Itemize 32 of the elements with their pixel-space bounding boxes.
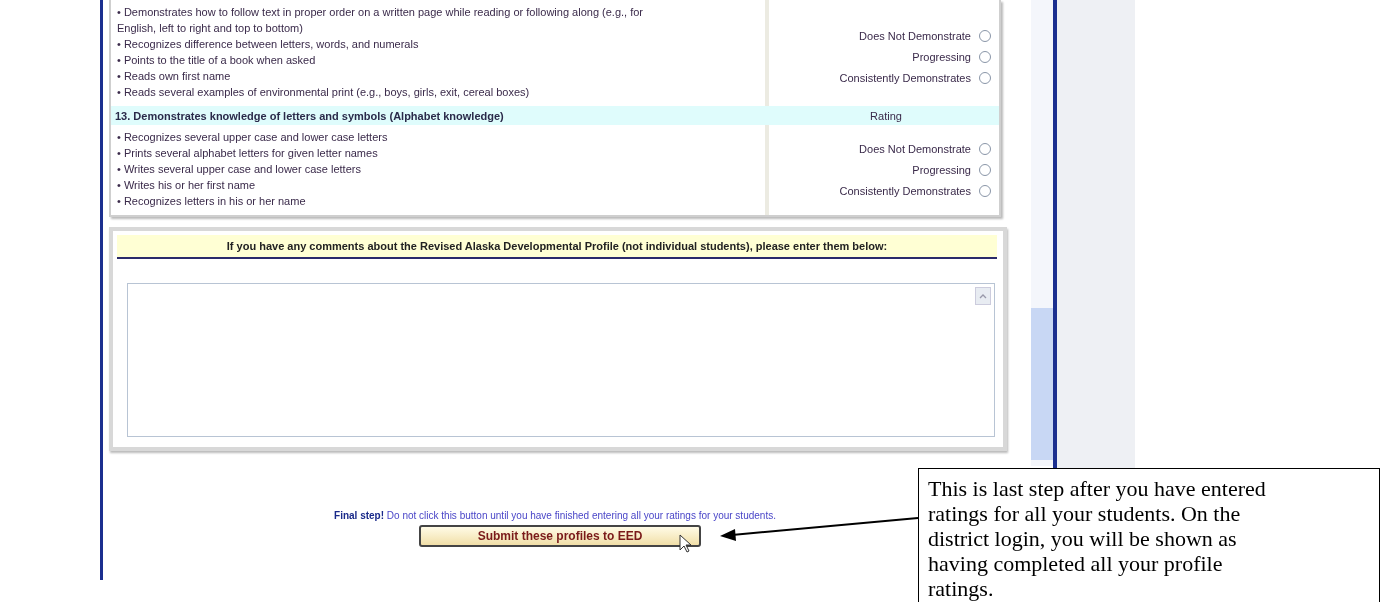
radio-button[interactable] <box>979 143 991 155</box>
scroll-up-icon[interactable] <box>975 287 991 305</box>
submit-button[interactable]: Submit these profiles to EED <box>419 525 701 547</box>
criterion-bullet: • Writes several upper case and lower case letters <box>117 162 362 177</box>
radio-button[interactable] <box>979 185 991 197</box>
scrollbar[interactable] <box>1031 0 1053 466</box>
radio-button[interactable] <box>979 72 991 84</box>
rating-column-label: Rating <box>869 109 903 122</box>
radio-button[interactable] <box>979 164 991 176</box>
final-step-note: Final step! Do not click this button until you have finished entering all your ratings for your students. <box>334 510 776 521</box>
criterion-bullet: • Writes his or her first name <box>117 178 257 193</box>
rating-option-label: Progressing <box>912 51 971 63</box>
comments-prompt: If you have any comments about the Revised Alaska Developmental Profile (not individual students), please enter them below: <box>117 235 997 259</box>
rating-option-label: Does Not Demonstrate <box>859 30 971 42</box>
callout-text: This is last step after you have entered ratings for all your students. On the district login, you will be shown as having completed all your profile ratings. <box>928 476 1267 601</box>
rating-option-label: Does Not Demonstrate <box>859 143 971 155</box>
mouse-pointer-icon <box>679 534 691 553</box>
criterion-bullet: • Points to the title of a book when asked <box>117 53 317 68</box>
criterion-bullet: • Reads several examples of environmental print (e.g., boys, girls, exit, cereal boxes) <box>117 85 531 100</box>
criterion-bullet: • Demonstrates how to follow text in proper order on a written page while reading or following along (e.g., for English, left to right and top to bottom) <box>117 5 645 36</box>
criterion-bullet: • Prints several alphabet letters for given letter names <box>117 146 379 161</box>
rating-option-label: Progressing <box>912 164 971 176</box>
criterion-bullet: • Reads own first name <box>117 69 232 84</box>
scrollbar-thumb[interactable] <box>1031 308 1053 460</box>
criterion-bullet: • Recognizes difference between letters, words, and numerals <box>117 37 420 52</box>
radio-button[interactable] <box>979 51 991 63</box>
criterion-bullet: • Recognizes several upper case and lower case letters <box>117 130 389 145</box>
criterion-heading: 13. Demonstrates knowledge of letters and symbols (Alphabet knowledge) <box>114 109 505 122</box>
criterion-bullet: • Recognizes letters in his or her name <box>117 194 307 209</box>
radio-button[interactable] <box>979 30 991 42</box>
rating-option-label: Consistently Demonstrates <box>839 72 971 84</box>
rating-option-label: Consistently Demonstrates <box>839 185 971 197</box>
